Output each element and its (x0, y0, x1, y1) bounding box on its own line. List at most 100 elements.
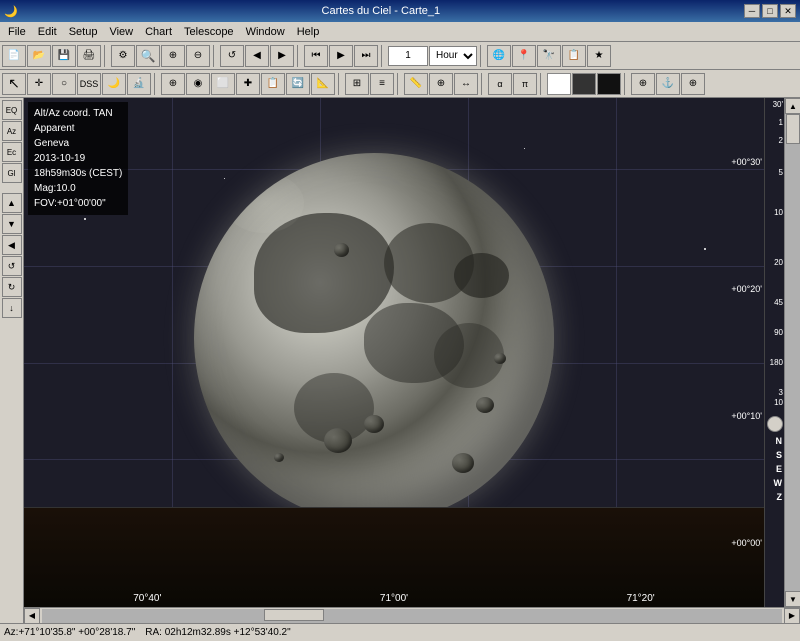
coord-type: Alt/Az coord. TAN (34, 106, 122, 121)
forward-button[interactable]: ▶ (270, 45, 294, 67)
new-button[interactable]: 📄 (2, 45, 26, 67)
location-button[interactable]: 📍 (512, 45, 536, 67)
extra-button[interactable]: ⊕ (681, 73, 705, 95)
refresh-button[interactable]: ↺ (220, 45, 244, 67)
separator6 (154, 73, 158, 95)
az-coords: Az:+71°10'35.8" +00°28'18.7" (4, 627, 135, 638)
scroll-down-button[interactable]: ▼ (785, 591, 800, 607)
zoom-in-button[interactable]: ⊕ (161, 45, 185, 67)
scroll-right-button[interactable]: ▶ (784, 608, 800, 624)
up-button[interactable]: ▲ (2, 193, 22, 213)
dec-label-3: +00°10' (731, 411, 762, 421)
scale-2: 2 (779, 136, 783, 145)
magnitude: Mag:10.0 (34, 181, 122, 196)
angle-button[interactable]: 📐 (311, 73, 335, 95)
measure-button[interactable]: 📏 (404, 73, 428, 95)
rotate-button[interactable]: 🔄 (286, 73, 310, 95)
undo-button[interactable]: ↺ (2, 256, 22, 276)
scroll-left-button[interactable]: ◀ (24, 608, 40, 624)
clipboard-button[interactable]: 📋 (261, 73, 285, 95)
lens-button[interactable]: 🔬 (127, 73, 151, 95)
star-button[interactable]: ★ (587, 45, 611, 67)
down2-button[interactable]: ↓ (2, 298, 22, 318)
circle-button[interactable]: ○ (52, 73, 76, 95)
compass-circle[interactable] (767, 416, 783, 432)
next-step-button[interactable]: ⏭ (354, 45, 378, 67)
az-button[interactable]: Az (2, 121, 22, 141)
separator11 (624, 73, 628, 95)
settings-button[interactable]: ⚙ (111, 45, 135, 67)
dec-labels: +00°30' +00°20' +00°10' +00°00' (731, 98, 762, 607)
moon-button[interactable]: 🌙 (102, 73, 126, 95)
down-button[interactable]: ▼ (2, 214, 22, 234)
crater1 (324, 428, 352, 453)
square-button[interactable]: ⬜ (211, 73, 235, 95)
menu-item-window[interactable]: Window (240, 24, 291, 40)
sky-view[interactable]: 70°40' 71°00' 71°20' +00°30' +00°20' +00… (24, 98, 764, 607)
prev-step-button[interactable]: ⏮ (304, 45, 328, 67)
crater2 (364, 415, 384, 433)
telescope-button[interactable]: 🔭 (537, 45, 561, 67)
menu-item-chart[interactable]: Chart (139, 24, 178, 40)
lines-button[interactable]: ≡ (370, 73, 394, 95)
add3-button[interactable]: ⊕ (631, 73, 655, 95)
scroll-thumb-h[interactable] (264, 609, 324, 621)
zoom-out-button[interactable]: ⊖ (186, 45, 210, 67)
dark-btn[interactable] (572, 73, 596, 95)
back-button[interactable]: ◀ (245, 45, 269, 67)
menu-item-help[interactable]: Help (291, 24, 326, 40)
scroll-thumb-v[interactable] (786, 114, 800, 144)
scale-5: 5 (779, 168, 783, 177)
scale-310: 3 (779, 388, 783, 397)
cursor-button[interactable]: ↖ (2, 73, 26, 95)
gl-button[interactable]: Gl (2, 163, 22, 183)
arrow-button[interactable]: ↔ (454, 73, 478, 95)
compass-W: W (774, 478, 783, 488)
separator5 (480, 45, 484, 67)
menu-item-edit[interactable]: Edit (32, 24, 63, 40)
time: 18h59m30s (CEST) (34, 166, 122, 181)
zoom2-button[interactable]: ⊕ (429, 73, 453, 95)
crosshair-button[interactable]: ✛ (27, 73, 51, 95)
maximize-button[interactable]: □ (762, 4, 778, 18)
crater5 (476, 397, 494, 413)
alpha-button[interactable]: α (488, 73, 512, 95)
anchor-button[interactable]: ⚓ (656, 73, 680, 95)
catalog-button[interactable]: 📋 (562, 45, 586, 67)
titlebar-title: Cartes du Ciel - Carte_1 (322, 5, 441, 17)
menu-item-view[interactable]: View (103, 24, 139, 40)
left-button[interactable]: ◀ (2, 235, 22, 255)
open-button[interactable]: 📂 (27, 45, 51, 67)
scale-10: 10 (774, 208, 783, 217)
menu-item-telescope[interactable]: Telescope (178, 24, 240, 40)
white-btn[interactable] (547, 73, 571, 95)
time-unit-combo[interactable]: Hour Min Sec Day (429, 46, 477, 66)
ec-button[interactable]: Ec (2, 142, 22, 162)
dss-button[interactable]: DSS (77, 73, 101, 95)
step-value[interactable] (388, 46, 428, 66)
close-button[interactable]: ✕ (780, 4, 796, 18)
eq-button[interactable]: EQ (2, 100, 22, 120)
menu-item-setup[interactable]: Setup (63, 24, 104, 40)
pi-button[interactable]: π (513, 73, 537, 95)
menu-item-file[interactable]: File (2, 24, 32, 40)
dec-label-4: +00°00' (731, 538, 762, 548)
minimize-button[interactable]: ─ (744, 4, 760, 18)
search-button[interactable]: 🔍 (136, 45, 160, 67)
crossplus-button[interactable]: ✚ (236, 73, 260, 95)
target-button[interactable]: ◉ (186, 73, 210, 95)
grid-button[interactable]: ⊞ (345, 73, 369, 95)
black-btn[interactable] (597, 73, 621, 95)
dec-label-2: +00°20' (731, 284, 762, 294)
scroll-up-button[interactable]: ▲ (785, 98, 800, 114)
redo-button[interactable]: ↻ (2, 277, 22, 297)
separator2 (213, 45, 217, 67)
moon-image (194, 153, 554, 523)
play-button[interactable]: ▶ (329, 45, 353, 67)
globe-button[interactable]: 🌐 (487, 45, 511, 67)
print-button[interactable]: 🖨 (77, 45, 101, 67)
add-button[interactable]: ⊕ (161, 73, 185, 95)
scale-90: 90 (774, 328, 783, 337)
scale-20: 20 (774, 258, 783, 267)
save-button[interactable]: 💾 (52, 45, 76, 67)
